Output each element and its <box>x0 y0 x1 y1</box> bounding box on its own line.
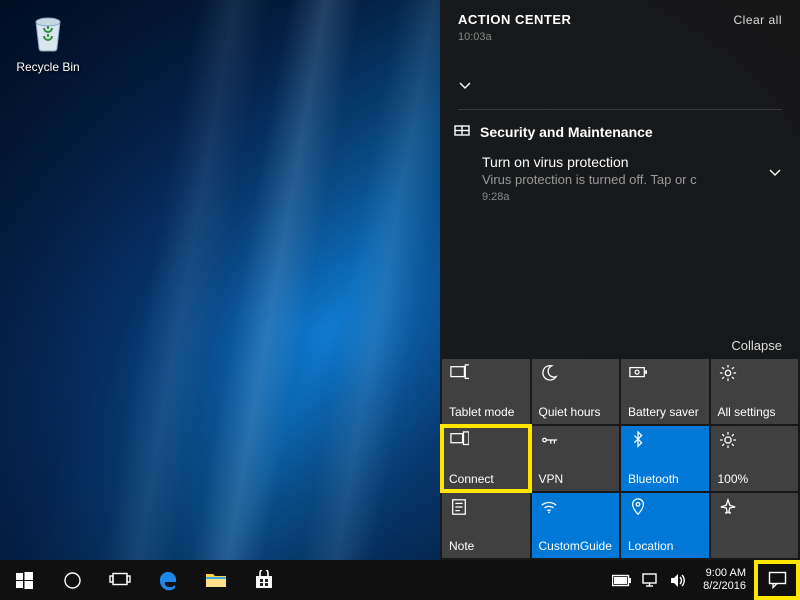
notification-expand-button[interactable] <box>768 166 782 180</box>
bluetooth-icon <box>628 431 702 449</box>
gear-icon <box>718 364 792 382</box>
store-button[interactable] <box>240 560 288 600</box>
sun-icon <box>718 431 792 449</box>
cortana-button[interactable] <box>48 560 96 600</box>
quick-action-label: All settings <box>718 405 792 419</box>
quick-action-customguide[interactable]: CustomGuide <box>532 493 620 558</box>
windows-icon <box>16 572 33 589</box>
quick-action-battery-saver[interactable]: Battery saver <box>621 359 709 424</box>
quick-action-label: Connect <box>449 472 523 486</box>
clock-date: 8/2/2016 <box>703 580 746 593</box>
notification-title: Turn on virus protection <box>482 154 782 170</box>
volume-icon <box>670 573 687 588</box>
quick-action-location[interactable]: Location <box>621 493 709 558</box>
collapse-button[interactable]: Collapse <box>731 338 782 353</box>
vpn-icon <box>539 431 613 449</box>
quick-action-label: Battery saver <box>628 405 702 419</box>
notification-time: 9:28a <box>482 191 782 203</box>
quick-action-label: Note <box>449 539 523 553</box>
system-tray[interactable] <box>604 560 695 600</box>
quick-action-label: VPN <box>539 472 613 486</box>
network-icon <box>642 573 660 588</box>
quick-action-connect[interactable]: Connect <box>442 426 530 491</box>
expand-notification-button[interactable] <box>440 51 800 103</box>
quick-action-all-settings[interactable]: All settings <box>711 359 799 424</box>
quick-action-label: Location <box>628 539 702 553</box>
quick-action-bluetooth[interactable]: Bluetooth <box>621 426 709 491</box>
chevron-down-icon <box>458 79 472 93</box>
battery-icon <box>612 574 632 587</box>
quick-action-vpn[interactable]: VPN <box>532 426 620 491</box>
notification-timestamp: 10:03a <box>440 31 800 51</box>
quick-actions-grid: Tablet mode Quiet hours Battery saver All s… <box>440 359 800 560</box>
tablet-icon <box>449 364 523 382</box>
notification-group-security: Security and Maintenance Turn on virus p… <box>440 124 800 203</box>
recycle-bin-icon <box>24 8 72 56</box>
notification-item[interactable]: Turn on virus protection Virus protectio… <box>454 154 782 203</box>
quick-action-label: Bluetooth <box>628 472 702 486</box>
quick-action-brightness[interactable]: 100% <box>711 426 799 491</box>
battery-icon <box>628 364 702 382</box>
clock-time: 9:00 AM <box>703 567 746 580</box>
quick-action-label: Tablet mode <box>449 405 523 419</box>
quick-action-airplane[interactable] <box>711 493 799 558</box>
notification-body: Virus protection is turned off. Tap or c <box>482 172 782 187</box>
quick-action-label: 100% <box>718 472 792 486</box>
wifi-icon <box>539 498 613 516</box>
edge-button[interactable] <box>144 560 192 600</box>
cortana-icon <box>63 571 82 590</box>
notification-group-title: Security and Maintenance <box>480 124 653 140</box>
location-icon <box>628 498 702 516</box>
action-center-icon <box>768 571 787 589</box>
chevron-down-icon <box>768 166 782 180</box>
clear-all-button[interactable]: Clear all <box>733 13 782 27</box>
quick-action-tablet-mode[interactable]: Tablet mode <box>442 359 530 424</box>
connect-icon <box>449 431 523 449</box>
quick-action-note[interactable]: Note <box>442 493 530 558</box>
airplane-icon <box>718 498 792 516</box>
store-icon <box>254 570 274 590</box>
desktop-icon-recycle-bin[interactable]: Recycle Bin <box>10 8 86 74</box>
action-center-title: ACTION CENTER <box>458 12 571 27</box>
start-button[interactable] <box>0 560 48 600</box>
desktop-icon-label: Recycle Bin <box>10 60 86 74</box>
action-center-button[interactable] <box>754 560 800 600</box>
taskbar: 9:00 AM 8/2/2016 <box>0 560 800 600</box>
quick-action-label: CustomGuide <box>539 539 613 553</box>
flag-icon <box>454 124 470 140</box>
note-icon <box>449 498 523 516</box>
action-center-panel: ACTION CENTER Clear all 10:03a Security … <box>440 0 800 560</box>
task-view-icon <box>109 571 131 589</box>
quick-action-quiet-hours[interactable]: Quiet hours <box>532 359 620 424</box>
quick-action-label: Quiet hours <box>539 405 613 419</box>
taskbar-clock[interactable]: 9:00 AM 8/2/2016 <box>695 567 754 593</box>
edge-icon <box>157 569 179 591</box>
folder-icon <box>205 571 227 589</box>
moon-icon <box>539 364 613 382</box>
file-explorer-button[interactable] <box>192 560 240 600</box>
task-view-button[interactable] <box>96 560 144 600</box>
notification-group-header[interactable]: Security and Maintenance <box>454 124 782 140</box>
divider <box>458 109 782 110</box>
